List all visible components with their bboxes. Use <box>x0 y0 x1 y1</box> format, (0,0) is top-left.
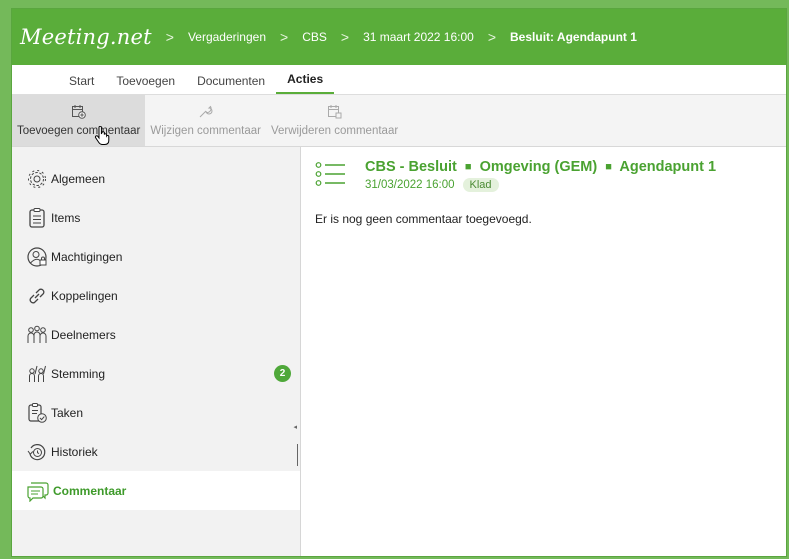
sidebar-item-label: Taken <box>51 405 84 420</box>
sidebar-item-label: Koppelingen <box>51 288 118 303</box>
sidebar: Algemeen Items Machtigingen Koppelingen … <box>12 147 301 556</box>
gear-icon <box>28 169 46 188</box>
collapse-arrow-icon[interactable]: ◂ <box>293 423 297 431</box>
edit-comment-button[interactable]: Wijzigen commentaar <box>145 95 266 146</box>
title-separator: ■ <box>605 161 612 173</box>
sidebar-item-label: Algemeen <box>51 171 106 186</box>
breadcrumb-separator: > <box>165 29 174 45</box>
title-separator: ■ <box>464 161 472 173</box>
tab-acties[interactable]: Acties <box>276 72 335 94</box>
edit-comment-label: Wijzigen commentaar <box>150 125 261 137</box>
group-icon <box>27 325 47 343</box>
panel-splitter[interactable] <box>297 444 298 466</box>
sidebar-item-label: Historiek <box>51 444 98 459</box>
item-title-part: Omgeving (GEM) <box>479 159 598 175</box>
breadcrumb-cbs[interactable]: CBS <box>302 30 327 44</box>
sidebar-item-label: Items <box>51 210 81 225</box>
sidebar-item-koppelingen[interactable]: Koppelingen <box>12 276 300 315</box>
breadcrumb-separator: > <box>340 29 350 45</box>
main-panel: CBS - Besluit ■ Omgeving (GEM) ■ Agendap… <box>301 147 786 556</box>
tab-documenten[interactable]: Documenten <box>186 74 276 94</box>
sidebar-item-deelnemers[interactable]: Deelnemers <box>12 315 300 354</box>
sidebar-item-commentaar[interactable]: Commentaar <box>12 471 300 510</box>
hand-cursor-icon <box>94 126 110 145</box>
stemming-count-badge: 2 <box>274 365 291 382</box>
sidebar-item-machtigingen[interactable]: Machtigingen <box>12 237 300 276</box>
tab-start[interactable]: Start <box>58 74 105 94</box>
sidebar-item-items[interactable]: Items <box>12 198 300 237</box>
delete-comment-button[interactable]: Verwijderen commentaar <box>266 95 403 146</box>
breadcrumb-meeting-date[interactable]: 31 maart 2022 16:00 <box>363 30 474 44</box>
sidebar-item-taken[interactable]: Taken <box>12 393 300 432</box>
add-comment-button[interactable]: Toevoegen commentaar <box>12 95 146 146</box>
breadcrumb-separator: > <box>487 29 497 45</box>
breadcrumb-current: Besluit: Agendapunt 1 <box>510 30 637 44</box>
voting-icon <box>29 365 46 382</box>
delete-comment-label: Verwijderen commentaar <box>270 125 399 137</box>
ribbon-toolbar: Toevoegen commentaar Wijzigen commentaar… <box>12 95 786 147</box>
top-bar: Meeting.net > Vergaderingen > CBS > 31 m… <box>12 9 786 65</box>
item-header: CBS - Besluit ■ Omgeving (GEM) ■ Agendap… <box>315 159 786 192</box>
app-logo[interactable]: Meeting.net <box>20 25 152 49</box>
item-date: 31/03/2022 16:00 <box>365 179 455 191</box>
link-icon <box>29 288 45 303</box>
item-title: CBS - Besluit ■ Omgeving (GEM) ■ Agendap… <box>365 159 716 176</box>
tab-toevoegen[interactable]: Toevoegen <box>105 74 186 94</box>
item-title-part: Agendapunt 1 <box>619 159 717 175</box>
sidebar-item-historiek[interactable]: Historiek <box>12 432 300 471</box>
empty-comments-message: Er is nog geen commentaar toegevoegd. <box>315 212 532 226</box>
clipboard-list-icon <box>29 207 45 228</box>
sidebar-item-label: Stemming <box>51 366 106 381</box>
calendar-delete-icon <box>328 105 342 119</box>
task-check-icon <box>28 402 47 423</box>
content-area: Algemeen Items Machtigingen Koppelingen … <box>12 147 786 556</box>
breadcrumb-vergaderingen[interactable]: Vergaderingen <box>188 30 266 44</box>
item-meta: 31/03/2022 16:00 Klad <box>365 178 716 192</box>
sidebar-item-stemming[interactable]: Stemming 2 <box>12 354 300 393</box>
user-lock-icon <box>27 246 47 267</box>
add-comment-label: Toevoegen commentaar <box>17 125 141 137</box>
item-info: CBS - Besluit ■ Omgeving (GEM) ■ Agendap… <box>365 159 716 192</box>
sidebar-item-label: Machtigingen <box>51 249 123 264</box>
sidebar-item-label: Deelnemers <box>51 327 116 342</box>
sidebar-item-algemeen[interactable]: Algemeen <box>12 159 300 198</box>
sidebar-item-label: Commentaar <box>53 483 127 498</box>
list-icon <box>315 162 345 186</box>
ribbon-tabs: Start Toevoegen Documenten Acties <box>12 65 786 95</box>
breadcrumb-separator: > <box>280 29 289 45</box>
status-badge: Klad <box>462 178 499 192</box>
comments-icon <box>27 481 49 502</box>
calendar-add-icon <box>72 105 86 119</box>
wrench-icon <box>199 105 213 118</box>
app-window: Meeting.net > Vergaderingen > CBS > 31 m… <box>11 8 787 557</box>
item-title-part: CBS - Besluit <box>365 159 457 175</box>
history-icon <box>27 443 46 460</box>
